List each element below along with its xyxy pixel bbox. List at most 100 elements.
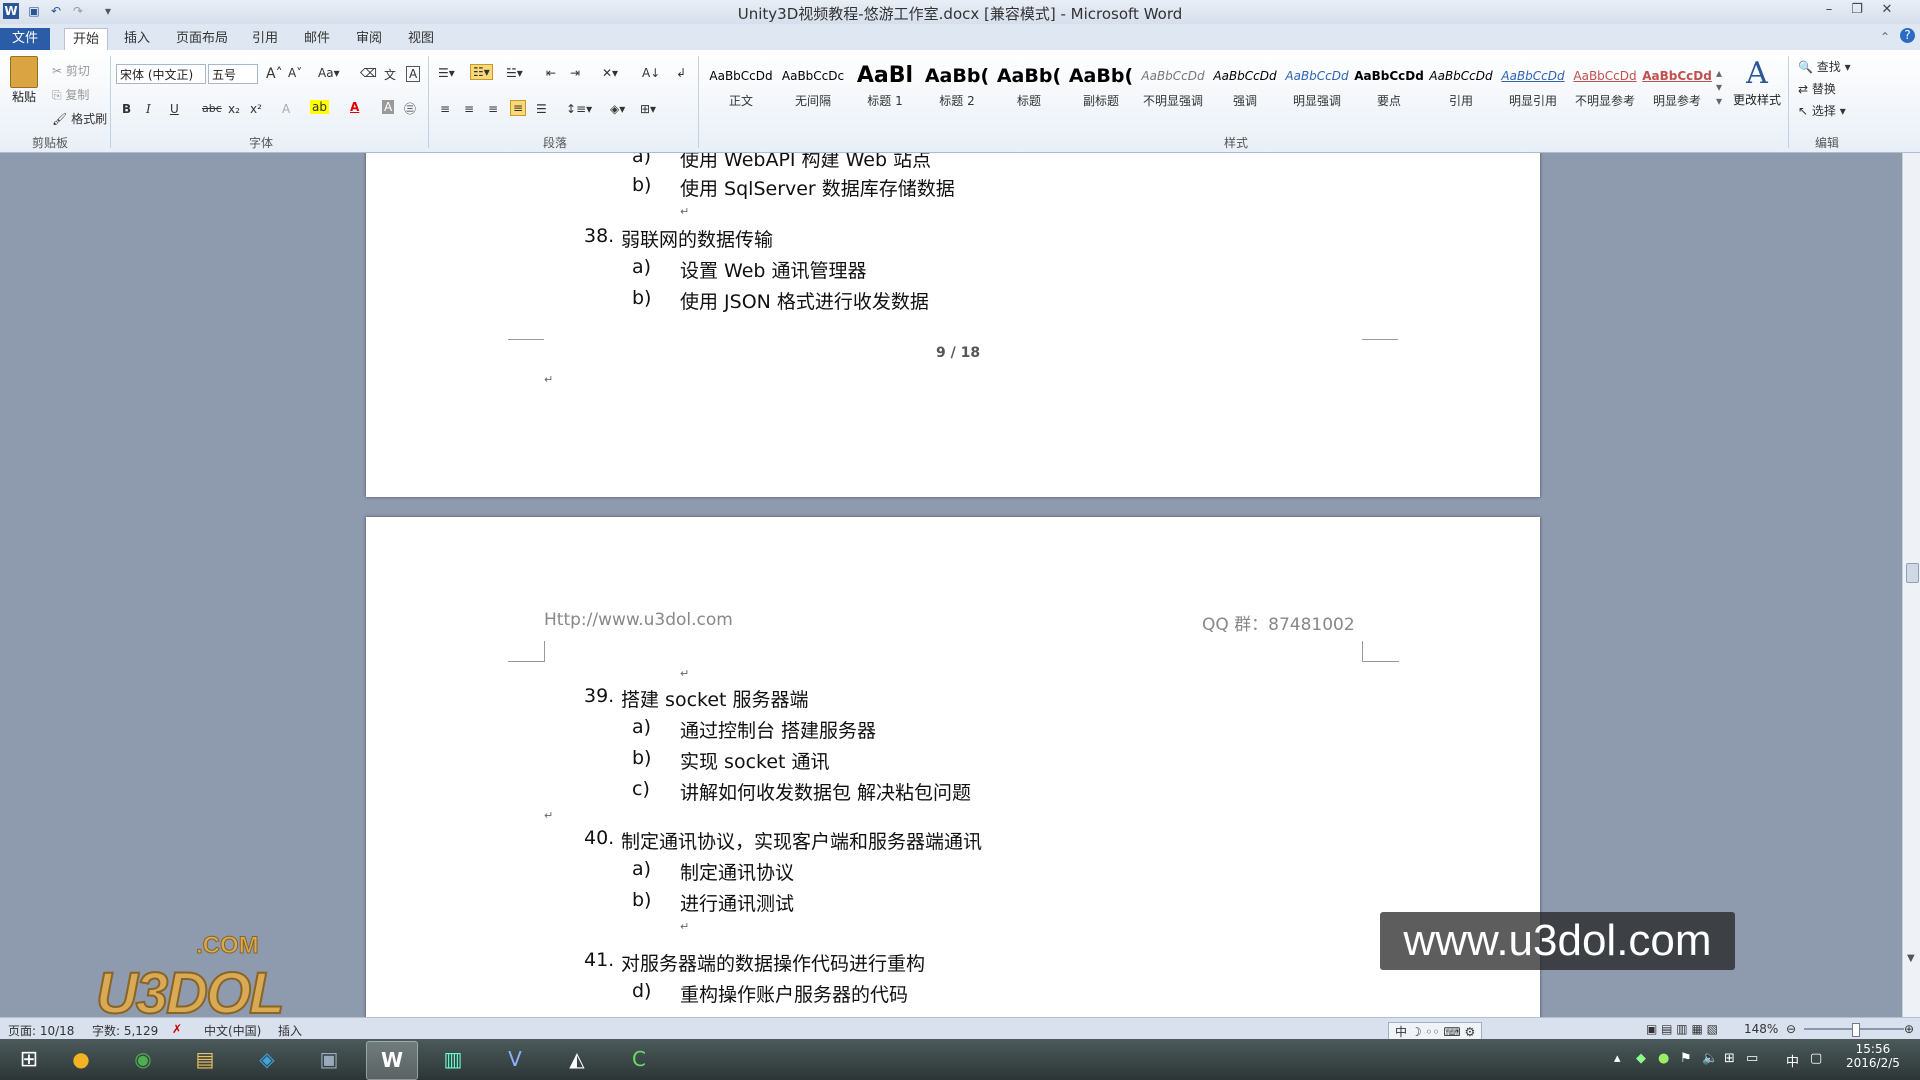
word-taskbar-icon[interactable]: W [366, 1041, 418, 1080]
zoom-level[interactable]: 148% [1744, 1022, 1778, 1036]
flag-icon[interactable]: ⚑ [1680, 1051, 1692, 1066]
style-intense-reference[interactable]: AaBbCcDd 明显参考 [1642, 60, 1712, 120]
style-normal[interactable]: AaBbCcDd 正文 [706, 60, 776, 120]
style-subtitle[interactable]: AaBb( 副标题 [1066, 60, 1136, 120]
highlight-icon[interactable]: ab [310, 100, 329, 114]
tab-file[interactable]: 文件 [0, 28, 50, 50]
minimize-ribbon-icon[interactable]: ⌃ [1880, 30, 1890, 44]
increase-indent-icon[interactable]: ⇥ [570, 66, 580, 80]
qq-icon[interactable]: ◈ [242, 1041, 292, 1078]
tray-expand-icon[interactable]: ▴ [1614, 1051, 1621, 1066]
style-heading-2[interactable]: AaBb( 标题 2 [922, 60, 992, 120]
style-quote[interactable]: AaBbCcDd 引用 [1426, 60, 1496, 120]
paste-button[interactable]: 粘贴 [6, 56, 42, 105]
style-no-spacing[interactable]: AaBbCcDc 无间隔 [778, 60, 848, 120]
start-icon[interactable]: ⊞ [4, 1041, 54, 1078]
underline-button[interactable]: U [170, 102, 179, 116]
show-marks-icon[interactable]: ↲ [676, 66, 686, 80]
tab-insert[interactable]: 插入 [116, 28, 158, 50]
tray-app-icon[interactable]: ● [1658, 1051, 1669, 1066]
decrease-indent-icon[interactable]: ⇤ [546, 66, 556, 80]
page-9[interactable]: a) 使用 WebAPI 构建 Web 站点 b) 使用 SqlServer 数… [366, 153, 1540, 497]
bold-button[interactable]: B [122, 102, 131, 116]
tab-mailings[interactable]: 邮件 [296, 28, 338, 50]
line-spacing-icon[interactable]: ↕≡▾ [566, 102, 592, 116]
font-size-combo[interactable]: 五号 [208, 64, 258, 84]
minimize-icon[interactable]: – [1816, 0, 1842, 20]
tab-home[interactable]: 开始 [64, 28, 109, 51]
app-building-icon[interactable]: ▥ [428, 1041, 478, 1078]
char-border-icon[interactable]: A [406, 66, 421, 82]
enclose-char-icon[interactable]: ㊂ [404, 100, 416, 117]
numbering-icon[interactable]: ☷▾ [470, 64, 493, 80]
zoom-in-icon[interactable]: ⊕ [1904, 1022, 1914, 1036]
format-painter-button[interactable]: 🖌 格式刷 [52, 110, 107, 127]
font-name-combo[interactable]: 宋体 (中文正) [116, 64, 206, 84]
zoom-out-icon[interactable]: ⊖ [1786, 1022, 1796, 1036]
find-button[interactable]: 🔍 查找 ▾ [1798, 58, 1851, 75]
grow-font-icon[interactable]: A˄ [266, 66, 283, 82]
windows-icon[interactable]: ⊞ [1724, 1051, 1735, 1066]
style-emphasis[interactable]: AaBbCcDd 强调 [1210, 60, 1280, 120]
cut-button[interactable]: ✂ 剪切 [52, 62, 90, 79]
phonetic-icon[interactable]: 文 [384, 66, 396, 83]
tab-review[interactable]: 审阅 [348, 28, 390, 50]
borders-icon[interactable]: ⊞▾ [640, 102, 656, 116]
view-buttons[interactable]: ▣ ▤ ▥ ▦ ▧ [1646, 1022, 1718, 1036]
change-case-icon[interactable]: Aa▾ [318, 66, 340, 80]
restore-icon[interactable]: ❐ [1844, 0, 1870, 20]
app-color-icon[interactable]: ● [56, 1041, 106, 1078]
style-subtle-reference[interactable]: AaBbCcDd 不明显参考 [1570, 60, 1640, 120]
tab-references[interactable]: 引用 [244, 28, 286, 50]
clear-format-icon[interactable]: ⌫ [360, 66, 377, 80]
text-effect-icon[interactable]: A [282, 102, 290, 116]
vertical-scrollbar[interactable]: ▼ [1902, 153, 1920, 1017]
visual-studio-icon[interactable]: V [490, 1041, 540, 1078]
chinese-layout-icon[interactable]: ✕▾ [602, 66, 618, 80]
document-area[interactable]: a) 使用 WebAPI 构建 Web 站点 b) 使用 SqlServer 数… [0, 153, 1902, 1017]
font-color-icon[interactable]: A [350, 100, 359, 114]
bullets-icon[interactable]: ☰▾ [438, 66, 455, 80]
unity-icon[interactable]: ◭ [552, 1041, 602, 1078]
distribute-icon[interactable]: ☰ [536, 102, 547, 116]
page-10[interactable]: Http://www.u3dol.com QQ 群：87481002 ↵ 39.… [366, 517, 1540, 1017]
italic-button[interactable]: I [146, 102, 151, 116]
camtasia-icon[interactable]: C [614, 1041, 664, 1078]
sort-icon[interactable]: A↓ [642, 66, 660, 80]
zoom-slider-thumb[interactable] [1852, 1023, 1860, 1037]
page-count[interactable]: 页面: 10/18 [8, 1022, 74, 1039]
remote-desktop-icon[interactable]: ▣ [304, 1041, 354, 1078]
select-button[interactable]: ↖ 选择 ▾ [1798, 102, 1846, 119]
ime-indicator[interactable]: 中 [1786, 1051, 1799, 1070]
styles-more-icon[interactable]: ▴ ▾ ▾ [1716, 66, 1722, 108]
change-styles-button[interactable]: A 更改样式 [1732, 56, 1782, 108]
help-icon[interactable]: ? [1900, 28, 1915, 43]
align-left-icon[interactable]: ≡ [440, 102, 450, 116]
style-strong[interactable]: AaBbCcDd 要点 [1354, 60, 1424, 120]
app-green-icon[interactable]: ◉ [118, 1041, 168, 1078]
clock[interactable]: 15:56 2016/2/5 [1846, 1042, 1900, 1070]
align-center-icon[interactable]: ≡ [464, 102, 474, 116]
superscript-button[interactable]: x² [250, 102, 262, 116]
file-explorer-icon[interactable]: ▤ [180, 1041, 230, 1078]
scroll-down-icon[interactable]: ▼ [1907, 953, 1915, 964]
char-shading-icon[interactable]: A [382, 100, 395, 114]
style-intense-emphasis[interactable]: AaBbCcDd 明显强调 [1282, 60, 1352, 120]
close-icon[interactable]: ✕ [1874, 0, 1900, 20]
tab-view[interactable]: 视图 [400, 28, 442, 50]
replace-button[interactable]: ⇄ 替换 [1798, 80, 1836, 97]
strikethrough-button[interactable]: abc [202, 102, 222, 115]
shading-icon[interactable]: ◈▾ [610, 102, 625, 116]
security-icon[interactable]: ◆ [1636, 1051, 1646, 1066]
style-heading-1[interactable]: AaBl 标题 1 [850, 60, 920, 120]
subscript-button[interactable]: x₂ [228, 102, 240, 116]
justify-icon[interactable]: ≡ [510, 100, 527, 116]
style-subtle-emphasis[interactable]: AaBbCcDd 不明显强调 [1138, 60, 1208, 120]
style-intense-quote[interactable]: AaBbCcDd 明显引用 [1498, 60, 1568, 120]
shrink-font-icon[interactable]: A˅ [288, 66, 302, 80]
scrollbar-thumb[interactable] [1906, 563, 1919, 583]
copy-button[interactable]: ⎘ 复制 [52, 86, 89, 103]
multilevel-list-icon[interactable]: ☱▾ [506, 66, 523, 80]
align-right-icon[interactable]: ≡ [488, 102, 498, 116]
network-icon[interactable]: ▭ [1746, 1051, 1758, 1066]
